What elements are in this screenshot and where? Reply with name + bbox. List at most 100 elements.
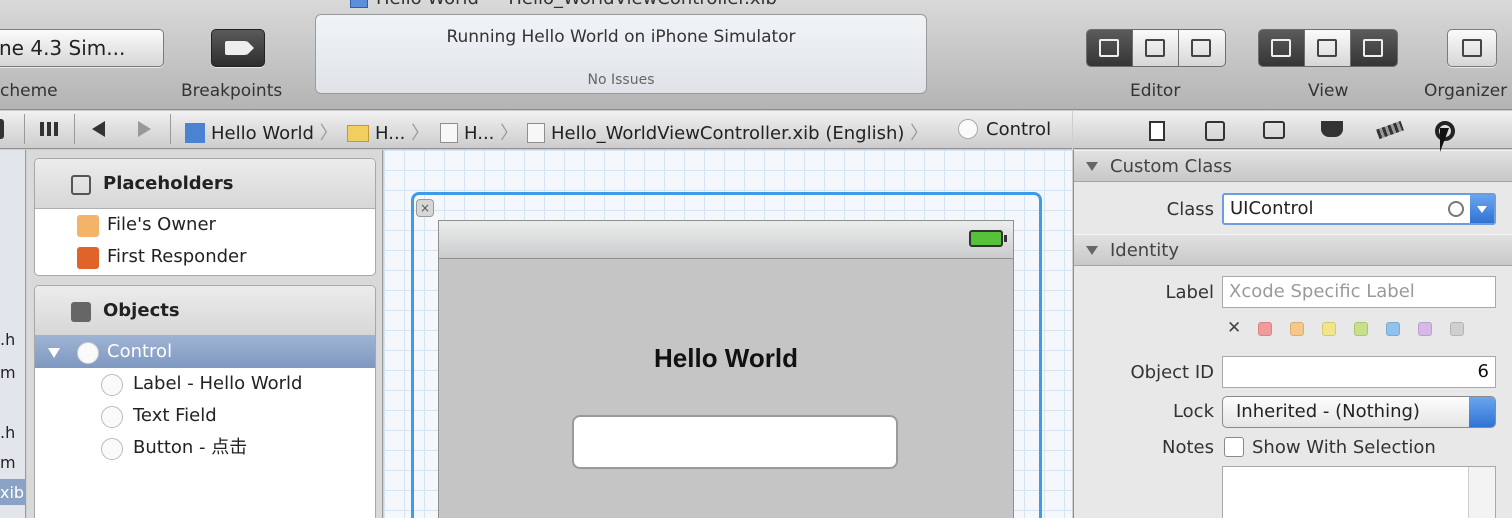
stepper-arrows-icon xyxy=(1469,397,1495,427)
scheme-label: cheme xyxy=(0,81,58,101)
lock-popup[interactable]: Inherited - (Nothing) xyxy=(1222,396,1496,428)
outline-item-button[interactable]: Button - 点击 xyxy=(35,432,375,464)
xcode-label-field[interactable]: Xcode Specific Label xyxy=(1222,276,1496,308)
class-combo-box[interactable]: UIControl xyxy=(1222,193,1496,225)
objects-panel: Objects Control Label - Hello World Text… xyxy=(34,285,376,518)
breadcrumb-xib[interactable]: Hello_WorldViewController.xib (English) … xyxy=(527,119,928,145)
breadcrumb-project[interactable]: Hello World 〉 xyxy=(185,119,338,145)
utilities-toggle-button[interactable] xyxy=(1351,30,1397,66)
related-items-icon[interactable] xyxy=(0,119,4,139)
xib-file-icon xyxy=(350,0,368,8)
simulated-status-bar xyxy=(439,221,1013,259)
editor-segmented-control xyxy=(1086,29,1226,67)
debug-area-toggle-button[interactable] xyxy=(1305,30,1351,66)
show-with-selection-label: Show With Selection xyxy=(1252,437,1436,458)
first-responder-icon xyxy=(77,247,99,269)
grid-icon[interactable] xyxy=(40,122,60,136)
color-swatch-purple[interactable] xyxy=(1418,322,1432,336)
version-editor-button[interactable] xyxy=(1179,30,1225,66)
control-icon xyxy=(77,342,99,364)
size-ruler-icon[interactable] xyxy=(1376,120,1404,140)
simulated-view[interactable]: Hello World xyxy=(438,220,1014,518)
object-id-label: Object ID xyxy=(1130,362,1214,383)
navigator-file-fragment[interactable]: m xyxy=(0,363,16,382)
color-swatch-yellow[interactable] xyxy=(1322,322,1336,336)
folder-icon xyxy=(347,125,369,142)
breakpoint-icon xyxy=(225,41,254,55)
navigate-arrow-icon[interactable] xyxy=(1448,201,1464,217)
forward-arrow-icon[interactable] xyxy=(138,121,151,137)
standard-editor-button[interactable] xyxy=(1087,30,1133,66)
navigator-pane-icon xyxy=(1271,39,1291,57)
label-label: Label xyxy=(1165,282,1214,303)
outline-item-first-responder[interactable]: First Responder xyxy=(35,241,375,273)
label-object-icon xyxy=(101,374,123,396)
files-owner-icon xyxy=(77,215,99,237)
organizer-button[interactable] xyxy=(1447,29,1497,67)
placeholder-cube-icon xyxy=(71,175,91,195)
breadcrumb-file[interactable]: H... 〉 xyxy=(440,119,518,145)
color-swatch-green[interactable] xyxy=(1354,322,1368,336)
navigator-toggle-button[interactable] xyxy=(1259,30,1305,66)
navigator-file-fragment[interactable]: .h xyxy=(0,330,15,349)
document-outline: Placeholders File's Owner First Responde… xyxy=(27,150,383,518)
navigator-file-fragment[interactable]: .h xyxy=(0,423,15,442)
debug-pane-icon xyxy=(1317,39,1337,57)
identity-section-header[interactable]: Identity xyxy=(1074,234,1512,266)
navigator-file-fragment[interactable]: m xyxy=(0,453,16,472)
view-segmented-control xyxy=(1258,29,1398,67)
color-swatch-blue[interactable] xyxy=(1386,322,1400,336)
close-icon[interactable]: × xyxy=(416,199,434,217)
scheme-popup[interactable]: ne 4.3 Sim... xyxy=(0,29,164,67)
outline-item-text-field[interactable]: Text Field xyxy=(35,400,375,432)
placeholders-header: Placeholders xyxy=(35,159,375,209)
object-id-field[interactable]: 6 xyxy=(1222,356,1496,388)
notes-label: Notes xyxy=(1162,437,1214,458)
battery-icon xyxy=(969,230,1007,247)
assistant-editor-button[interactable] xyxy=(1133,30,1179,66)
issues-status[interactable]: No Issues xyxy=(316,72,926,88)
assistant-editor-icon xyxy=(1145,39,1165,57)
breadcrumb-control[interactable]: Control xyxy=(958,119,1051,140)
class-label: Class xyxy=(1166,199,1214,220)
interface-builder-canvas[interactable]: × Hello World xyxy=(384,150,1072,518)
color-swatch-red[interactable] xyxy=(1258,322,1272,336)
identity-icon[interactable] xyxy=(1263,121,1285,139)
organizer-label: Organizer xyxy=(1424,81,1508,101)
jumpbar-divider xyxy=(74,114,75,144)
notes-text-area[interactable] xyxy=(1222,466,1496,518)
control-icon xyxy=(958,119,978,139)
navigator-file-fragment[interactable]: xib xyxy=(0,483,24,502)
toolbar: Hello World — Hello_WorldViewController.… xyxy=(0,0,1512,110)
back-arrow-icon[interactable] xyxy=(92,121,105,137)
mouse-cursor-icon xyxy=(1440,128,1449,152)
show-with-selection-checkbox[interactable] xyxy=(1224,437,1244,457)
xib-file-icon xyxy=(440,123,458,143)
custom-class-section-header[interactable]: Custom Class xyxy=(1074,150,1512,182)
file-inspector-icon[interactable] xyxy=(1149,121,1165,141)
outline-item-label[interactable]: Label - Hello World xyxy=(35,368,375,400)
disclosure-triangle-icon[interactable] xyxy=(48,348,60,358)
color-swatch-gray[interactable] xyxy=(1450,322,1464,336)
jumpbar-divider xyxy=(170,114,171,144)
standard-editor-icon xyxy=(1099,39,1119,57)
text-field[interactable] xyxy=(572,415,898,469)
breakpoints-button[interactable] xyxy=(211,29,265,67)
hello-world-label[interactable]: Hello World xyxy=(439,343,1013,374)
outline-item-files-owner[interactable]: File's Owner xyxy=(35,209,375,241)
breakpoints-label: Breakpoints xyxy=(181,81,283,101)
chevron-down-icon[interactable] xyxy=(1470,195,1494,223)
clear-color-icon[interactable]: ✕ xyxy=(1227,318,1241,338)
placeholders-panel: Placeholders File's Owner First Responde… xyxy=(34,158,376,276)
view-label: View xyxy=(1308,81,1349,101)
xcode-window: Hello World — Hello_WorldViewController.… xyxy=(0,0,1512,518)
xib-file-icon xyxy=(527,123,545,143)
color-swatch-orange[interactable] xyxy=(1290,322,1304,336)
quick-help-icon[interactable] xyxy=(1205,121,1225,141)
text-field-object-icon xyxy=(101,406,123,428)
outline-item-control[interactable]: Control xyxy=(35,336,375,368)
objects-header: Objects xyxy=(35,286,375,336)
editor-label: Editor xyxy=(1130,81,1181,101)
attributes-icon[interactable] xyxy=(1321,121,1343,137)
breadcrumb-folder[interactable]: H... 〉 xyxy=(347,119,429,145)
